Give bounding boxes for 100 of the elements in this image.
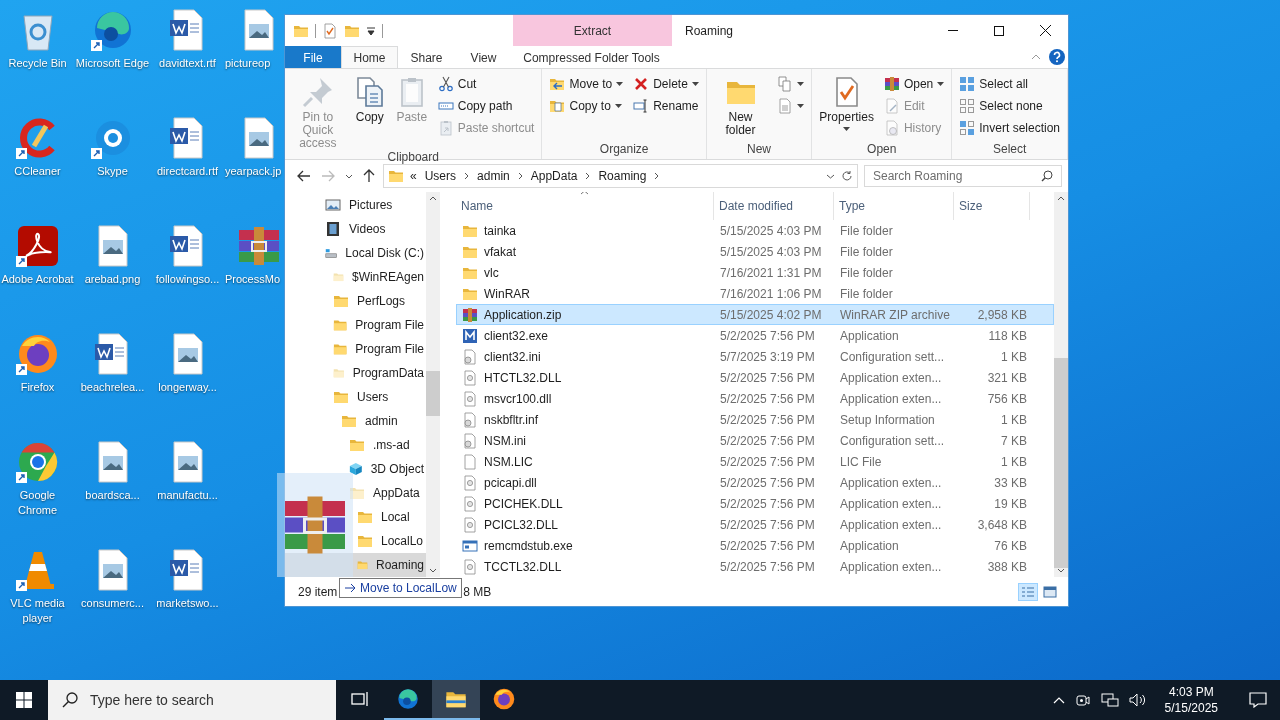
breadcrumb[interactable]: AppData: [528, 169, 580, 183]
refresh-icon[interactable]: [841, 170, 853, 182]
chevron-up-icon[interactable]: [1052, 696, 1065, 704]
tree-item[interactable]: Videos: [285, 217, 426, 241]
tree-item[interactable]: $WinREAgen: [285, 265, 426, 289]
file-row[interactable]: client32.exe 5/2/2025 7:56 PM Application 118 KB: [456, 325, 1054, 346]
file-row[interactable]: tainka 5/15/2025 4:03 PM File folder: [456, 220, 1054, 241]
overflow-marker[interactable]: «: [410, 169, 417, 183]
desktop-icon[interactable]: VLC media player: [0, 544, 75, 652]
caret-icon: [616, 82, 624, 86]
tree-item[interactable]: .ms-ad: [285, 433, 426, 457]
file-row[interactable]: client32.ini 5/7/2025 3:19 PM Configuration sett... 1 KB: [456, 346, 1054, 367]
ribbon-button[interactable]: Properties: [816, 72, 877, 142]
ribbon-tab[interactable]: View: [455, 46, 512, 68]
rename-icon: [633, 98, 650, 114]
file-row[interactable]: NSM.ini 5/2/2025 7:56 PM Configuration sett... 7 KB: [456, 430, 1054, 451]
cube-icon: [349, 461, 363, 477]
column-header[interactable]: Size: [954, 192, 1030, 220]
search-field[interactable]: Search Roaming: [864, 165, 1062, 187]
tree-item[interactable]: Users: [285, 385, 426, 409]
collapse-icon[interactable]: [1031, 54, 1041, 60]
scroll-up-icon[interactable]: [429, 196, 437, 201]
column-header[interactable]: Name: [456, 192, 714, 220]
breadcrumb[interactable]: admin: [475, 169, 512, 183]
breadcrumb[interactable]: Roaming: [596, 169, 649, 183]
ribbon-button[interactable]: Copy: [350, 72, 389, 150]
ribbon-button[interactable]: Invert selection: [956, 118, 1063, 138]
file-row[interactable]: pcicapi.dll 5/2/2025 7:56 PM Application exten... 33 KB: [456, 472, 1054, 493]
ribbon-button[interactable]: Move to: [546, 74, 627, 94]
settings-file-icon: [462, 411, 478, 428]
ribbon-button[interactable]: Select all: [956, 74, 1063, 94]
clock[interactable]: 4:03 PM 5/15/2025: [1156, 684, 1226, 716]
network-icon[interactable]: [1100, 692, 1119, 708]
ribbon-tab[interactable]: Home: [341, 46, 398, 68]
breadcrumb[interactable]: Users: [422, 169, 459, 183]
windows-logo-icon: [16, 692, 32, 708]
folder-icon: [349, 485, 365, 501]
up-button[interactable]: [361, 167, 377, 185]
address-bar[interactable]: « Users admin AppData Roaming: [383, 164, 858, 188]
scroll-down-icon[interactable]: [1057, 568, 1065, 573]
type-cell-text: File folder: [839, 286, 894, 301]
folder-arrow-icon: [549, 76, 566, 92]
tooltip-text: Move to LocalLow: [360, 581, 457, 595]
tree-item[interactable]: Pictures: [285, 193, 426, 217]
file-row[interactable]: vlc 7/16/2021 1:31 PM File folder: [456, 262, 1054, 283]
tree-item[interactable]: AppData: [285, 481, 426, 505]
ribbon-button[interactable]: New folder: [710, 72, 771, 142]
ribbon-button[interactable]: Copy path: [434, 96, 538, 116]
scrollbar[interactable]: [426, 192, 440, 577]
scrollbar[interactable]: [1054, 192, 1068, 577]
tree-item[interactable]: Program File: [285, 337, 426, 361]
tree-item[interactable]: ProgramData: [285, 361, 426, 385]
file-name: Application.zip: [484, 307, 562, 322]
scroll-down-icon[interactable]: [429, 568, 437, 573]
ribbon-button[interactable]: Select none: [956, 96, 1063, 116]
taskbar-search[interactable]: Type here to search: [48, 680, 336, 720]
file-row[interactable]: PCICL32.DLL 5/2/2025 7:56 PM Application exten... 3,648 KB: [456, 514, 1054, 535]
settings-file-icon: [462, 432, 478, 449]
taskbar-button[interactable]: [432, 680, 480, 720]
file-row[interactable]: TCCTL32.DLL 5/2/2025 7:56 PM Application exten... 388 KB: [456, 556, 1054, 577]
file-row[interactable]: remcmdstub.exe 5/2/2025 7:56 PM Application 76 KB: [456, 535, 1054, 556]
ribbon-tab[interactable]: Share: [398, 46, 455, 68]
file-row[interactable]: msvcr100.dll 5/2/2025 7:56 PM Application exten... 756 KB: [456, 388, 1054, 409]
ribbon-tab[interactable]: Compressed Folder Tools: [512, 46, 671, 68]
help-icon[interactable]: [1049, 49, 1065, 65]
ribbon-button[interactable]: Cut: [434, 74, 538, 94]
scroll-thumb[interactable]: [426, 371, 440, 416]
tree-item[interactable]: Program File: [285, 313, 426, 337]
tree-item[interactable]: 3D Object: [285, 457, 426, 481]
scroll-up-icon[interactable]: [1057, 196, 1065, 201]
column-header[interactable]: Type: [834, 192, 954, 220]
file-row[interactable]: NSM.LIC 5/2/2025 7:56 PM LIC File 1 KB: [456, 451, 1054, 472]
tree-item[interactable]: Local Disk (C:): [285, 241, 426, 265]
window-icon: [462, 537, 478, 554]
tree-item[interactable]: admin: [285, 409, 426, 433]
scroll-thumb[interactable]: [1054, 358, 1068, 568]
ribbon-button[interactable]: Rename: [630, 96, 702, 116]
meet-icon[interactable]: [1074, 692, 1091, 708]
size-cell-text: 1 KB: [1000, 349, 1028, 364]
tree-item[interactable]: Roaming: [285, 553, 426, 577]
ribbon-button[interactable]: Delete: [630, 74, 702, 94]
column-header[interactable]: Date modified: [714, 192, 834, 220]
file-row[interactable]: nskbfltr.inf 5/2/2025 7:56 PM Setup Information 1 KB: [456, 409, 1054, 430]
ribbon-button[interactable]: Copy to: [546, 96, 627, 116]
ribbon-tab[interactable]: File: [285, 46, 341, 68]
desktop-icon[interactable]: consumerc...: [75, 544, 150, 652]
file-row[interactable]: Application.zip 5/15/2025 4:02 PM WinRAR ZIP archive 2,958 KB: [456, 304, 1054, 325]
file-row[interactable]: WinRAR 7/16/2021 1:06 PM File folder: [456, 283, 1054, 304]
desktop-icon[interactable]: marketswo...: [150, 544, 225, 652]
gear-file-icon: [462, 495, 478, 512]
ribbon-button[interactable]: Open: [880, 74, 948, 94]
customize-icon[interactable]: [366, 25, 376, 36]
volume-icon[interactable]: [1128, 692, 1147, 708]
back-button[interactable]: [295, 168, 313, 184]
file-row[interactable]: HTCTL32.DLL 5/2/2025 7:56 PM Application exten... 321 KB: [456, 367, 1054, 388]
tree-item[interactable]: PerfLogs: [285, 289, 426, 313]
file-row[interactable]: PCICHEK.DLL 5/2/2025 7:56 PM Application exten... 19 KB: [456, 493, 1054, 514]
file-row[interactable]: vfakat 5/15/2025 4:03 PM File folder: [456, 241, 1054, 262]
type-cell-text: Application exten...: [839, 391, 943, 406]
chevron-down-icon[interactable]: [826, 173, 835, 179]
